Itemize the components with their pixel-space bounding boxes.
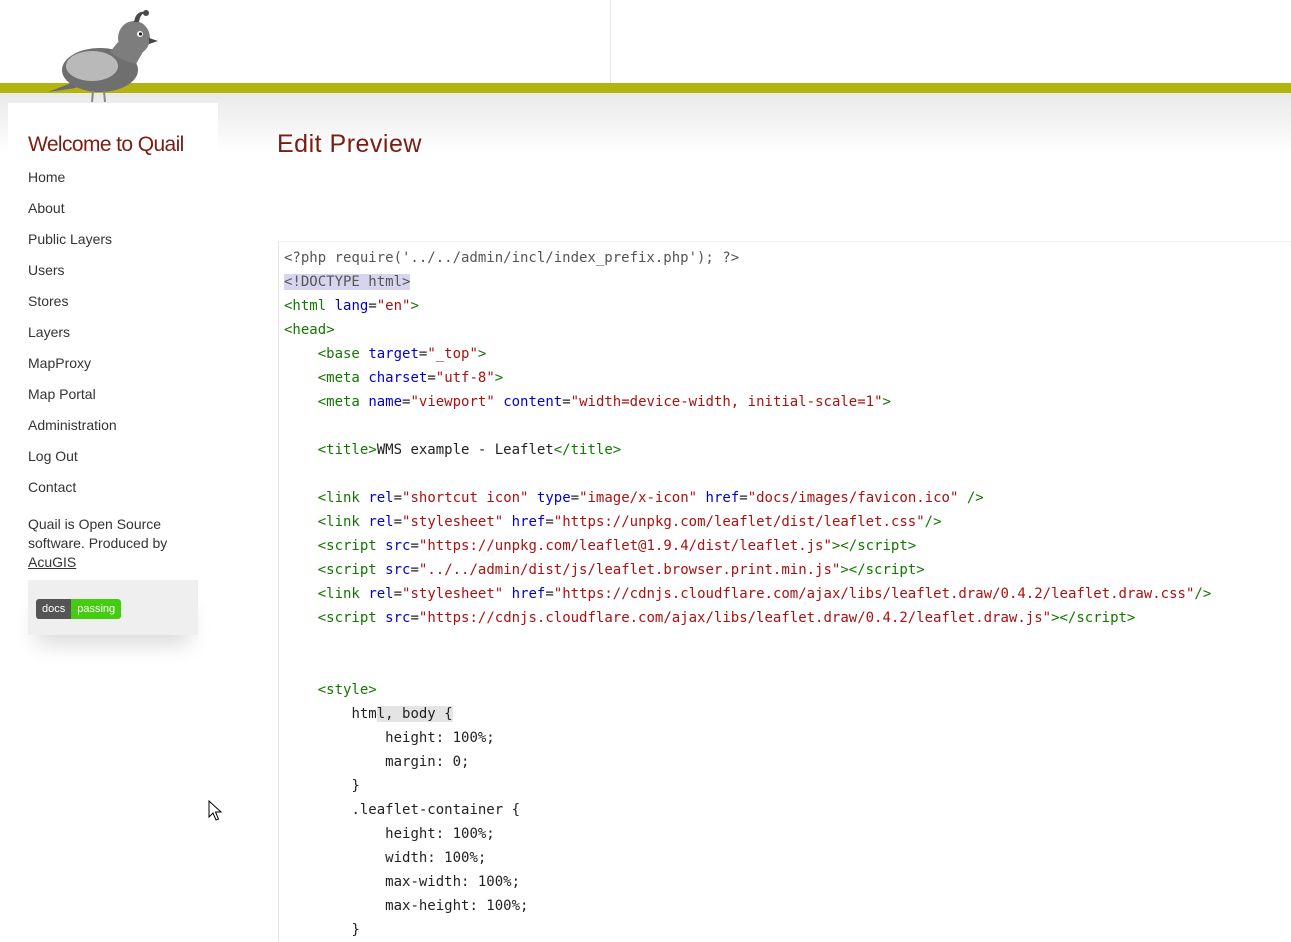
code-css-max-width: max-width: 100%; (385, 874, 521, 890)
open-source-text: Quail is Open Source software. Produced … (28, 516, 168, 551)
code-css-margin: margin: 0; (385, 754, 470, 770)
code-link3-rel: "stylesheet" (402, 586, 504, 602)
sidebar-item-users[interactable]: Users (28, 262, 117, 293)
docs-badge-box: docs passing (28, 580, 198, 635)
quail-logo-icon[interactable] (40, 8, 165, 104)
code-css-height-2: height: 100%; (385, 826, 495, 842)
code-link2-rel: "stylesheet" (402, 514, 504, 530)
code-php-prefix: <?php require('../../admin/incl/index_pr… (284, 250, 740, 266)
code-css-selector-2: .leaflet-container { (351, 802, 521, 818)
code-script1-src: "https://unpkg.com/leaflet@1.9.4/dist/le… (418, 538, 832, 554)
sidebar-item-administration[interactable]: Administration (28, 417, 117, 448)
code-css-height: height: 100%; (385, 730, 495, 746)
code-css-selector-a: htm (351, 706, 377, 722)
code-doctype: <!DOCTYPE html> (284, 274, 411, 290)
code-link2-href: "https://unpkg.com/leaflet/dist/leaflet.… (553, 514, 925, 530)
header-divider (610, 0, 611, 93)
code-link1-href: "docs/images/favicon.ico" (747, 490, 959, 506)
sidebar-item-layers[interactable]: Layers (28, 324, 117, 355)
header-accent-bar (0, 83, 1291, 93)
code-css-close-2: } (351, 922, 360, 938)
header-bar (0, 0, 1291, 93)
code-meta-charset: "utf-8" (435, 370, 495, 386)
sidebar: Welcome to Quail Home About Public Layer… (8, 103, 218, 673)
code-css-max-height: max-height: 100%; (385, 898, 529, 914)
sidebar-nav: Home About Public Layers Users Stores La… (28, 169, 117, 510)
code-script3-src: "https://cdnjs.cloudflare.com/ajax/libs/… (418, 610, 1052, 626)
mouse-pointer-icon (208, 800, 223, 821)
code-editor[interactable]: <?php require('../../admin/incl/index_pr… (278, 241, 1291, 942)
code-css-close: } (351, 778, 360, 794)
sidebar-item-mapproxy[interactable]: MapProxy (28, 355, 117, 386)
code-link1-type: "image/x-icon" (579, 490, 698, 506)
code-link1-rel: "shortcut icon" (402, 490, 529, 506)
sidebar-item-contact[interactable]: Contact (28, 479, 117, 510)
sidebar-item-about[interactable]: About (28, 200, 117, 231)
page-title: Edit Preview (277, 130, 422, 158)
docs-status-badge[interactable]: docs passing (36, 599, 122, 619)
sidebar-title: Welcome to Quail (28, 133, 184, 156)
open-source-note: Quail is Open Source software. Produced … (28, 515, 203, 572)
code-css-width: width: 100%; (385, 850, 487, 866)
code-meta-name: "viewport" (410, 394, 495, 410)
sidebar-item-log-out[interactable]: Log Out (28, 448, 117, 479)
code-link3-href: "https://cdnjs.cloudflare.com/ajax/libs/… (553, 586, 1195, 602)
sidebar-item-home[interactable]: Home (28, 169, 117, 200)
code-content[interactable]: <?php require('../../admin/incl/index_pr… (279, 242, 1291, 942)
code-title-text: WMS example - Leaflet (376, 442, 554, 458)
sidebar-item-stores[interactable]: Stores (28, 293, 117, 324)
badge-label: docs (36, 599, 72, 619)
sidebar-item-public-layers[interactable]: Public Layers (28, 231, 117, 262)
code-meta-content: "width=device-width, initial-scale=1" (570, 394, 883, 410)
code-base-target: "_top" (427, 346, 478, 362)
code-script2-src: "../../admin/dist/js/leaflet.browser.pri… (418, 562, 841, 578)
acugis-link[interactable]: AcuGIS (28, 554, 76, 570)
sidebar-item-map-portal[interactable]: Map Portal (28, 386, 117, 417)
badge-status: passing (71, 599, 122, 619)
code-css-selector-b: l, body { (376, 706, 453, 722)
